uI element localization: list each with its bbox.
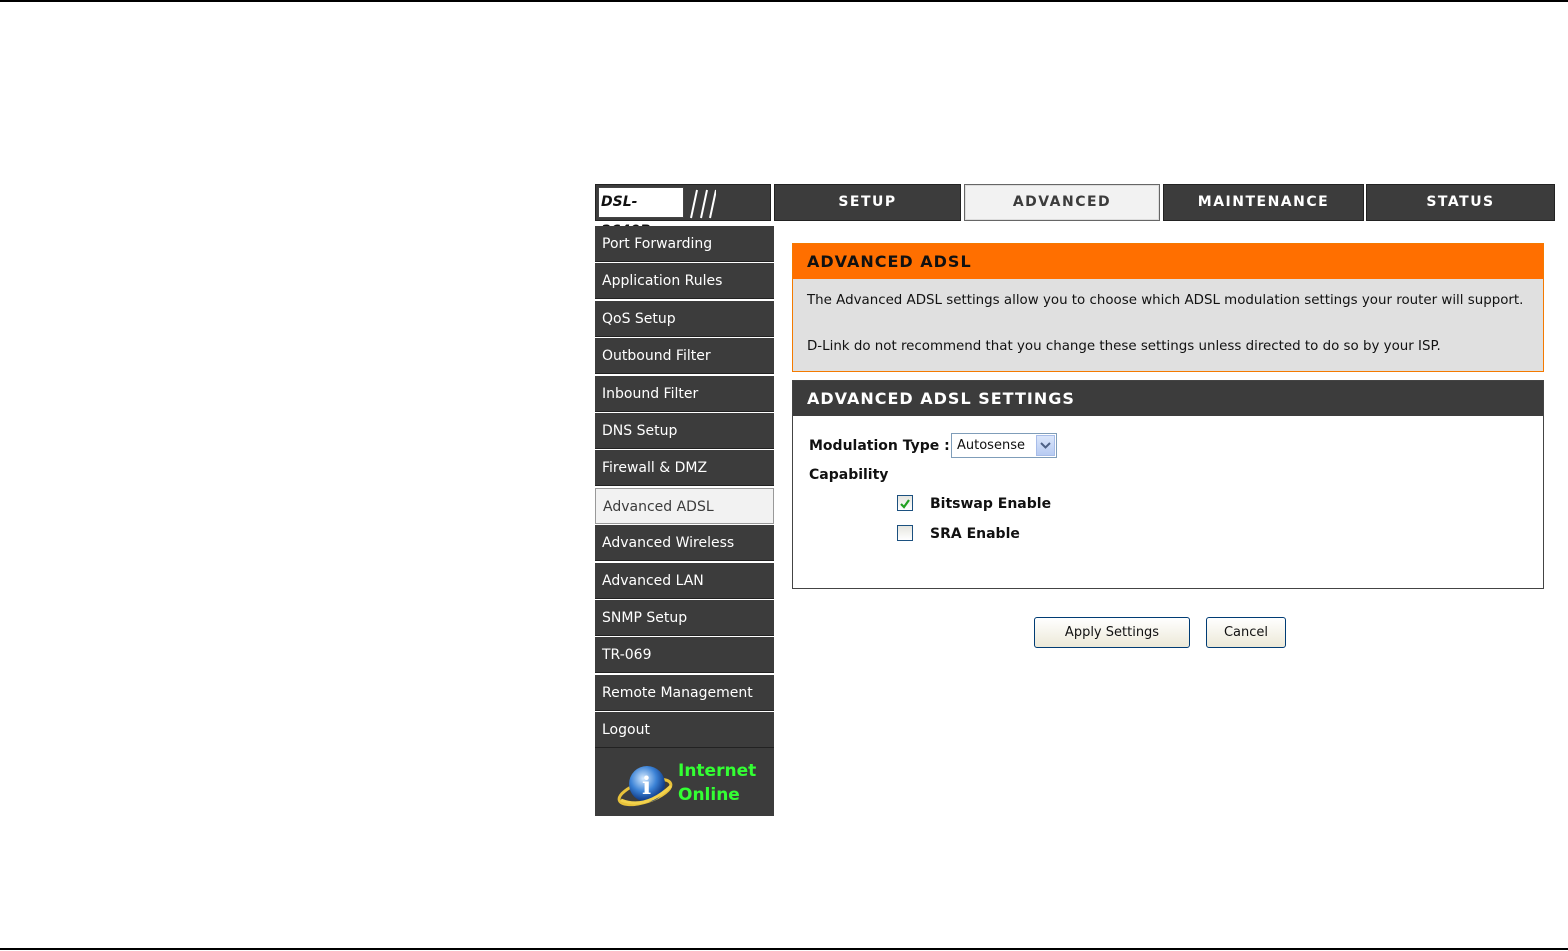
cancel-button[interactable]: Cancel [1206, 617, 1286, 648]
sidebar-item-snmp-setup[interactable]: SNMP Setup [595, 599, 774, 636]
checkmark-icon [900, 499, 910, 509]
tab-maintenance[interactable]: MAINTENANCE [1163, 184, 1364, 221]
internet-status-text: Internet Online [678, 759, 756, 807]
internet-status: i Internet Online [595, 748, 774, 816]
modulation-type-value: Autosense [957, 438, 1025, 453]
tab-status[interactable]: STATUS [1366, 184, 1555, 221]
apply-settings-button[interactable]: Apply Settings [1034, 617, 1190, 648]
top-navigation: DSL-2640B SETUP ADVANCED MAINTENANCE STA… [595, 184, 1555, 239]
tab-setup[interactable]: SETUP [774, 184, 961, 221]
sidebar-item-tr-069[interactable]: TR-069 [595, 637, 774, 674]
sidebar-item-advanced-lan[interactable]: Advanced LAN [595, 562, 774, 599]
top-rule [0, 0, 1568, 2]
sidebar-item-outbound-filter[interactable]: Outbound Filter [595, 338, 774, 375]
sidebar-item-remote-management[interactable]: Remote Management [595, 674, 774, 711]
sidebar-item-firewall-dmz[interactable]: Firewall & DMZ [595, 450, 774, 487]
sidebar-item-qos-setup[interactable]: QoS Setup [595, 300, 774, 337]
modulation-type-label: Modulation Type : [809, 438, 950, 454]
sidebar-item-advanced-wireless[interactable]: Advanced Wireless [595, 525, 774, 562]
sidebar-item-advanced-adsl[interactable]: Advanced ADSL [595, 487, 774, 524]
model-banner: DSL-2640B [595, 184, 771, 239]
info-panel: ADVANCED ADSL The Advanced ADSL settings… [792, 243, 1544, 372]
bottom-rule [0, 948, 1568, 950]
internet-status-line1: Internet [678, 761, 757, 781]
sidebar-item-dns-setup[interactable]: DNS Setup [595, 412, 774, 449]
chevron-down-icon[interactable] [1036, 435, 1055, 456]
globe-info-icon: i [617, 766, 673, 807]
capability-label: Capability [809, 467, 889, 483]
sidebar-item-application-rules[interactable]: Application Rules [595, 263, 774, 300]
model-name: DSL-2640B [598, 187, 684, 239]
sra-checkbox[interactable] [897, 525, 913, 541]
tab-advanced[interactable]: ADVANCED [964, 184, 1160, 221]
sidebar-item-logout[interactable]: Logout [595, 712, 774, 749]
settings-title: ADVANCED ADSL SETTINGS [793, 381, 1543, 416]
bitswap-checkbox[interactable] [897, 495, 913, 511]
sra-label: SRA Enable [930, 526, 1020, 542]
sidebar-item-port-forwarding[interactable]: Port Forwarding [595, 226, 774, 262]
settings-panel: ADVANCED ADSL SETTINGS Modulation Type :… [792, 380, 1544, 589]
sidebar: Port Forwarding Application Rules QoS Se… [595, 226, 774, 816]
info-description: The Advanced ADSL settings allow you to … [807, 293, 1524, 308]
sidebar-item-inbound-filter[interactable]: Inbound Filter [595, 375, 774, 412]
modulation-type-select[interactable]: Autosense [951, 433, 1057, 458]
info-warning: D-Link do not recommend that you change … [807, 339, 1441, 354]
slash-decoration-icon [690, 189, 716, 219]
svg-text:i: i [642, 771, 651, 800]
bitswap-label: Bitswap Enable [930, 496, 1052, 512]
info-title: ADVANCED ADSL [793, 244, 1543, 279]
internet-status-line2: Online [678, 785, 740, 805]
